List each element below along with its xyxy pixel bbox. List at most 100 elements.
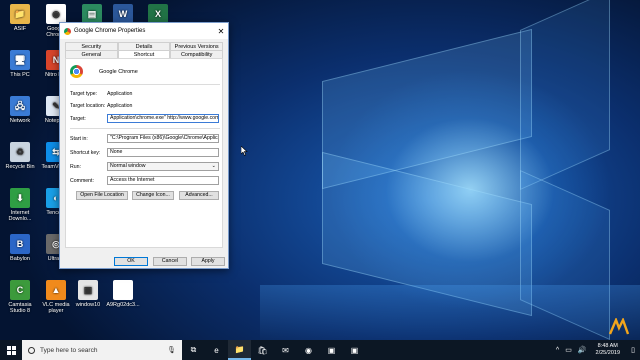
taskbar-search[interactable]: Type here to search 🎙 bbox=[22, 340, 182, 360]
taskbar-task-view-icon[interactable]: ⧉ bbox=[182, 340, 205, 360]
target-location-label: Target location: bbox=[70, 102, 106, 109]
desktop-icon-network[interactable]: 🖧 Network bbox=[2, 96, 38, 124]
desktop-icon-internet-download-glyph-icon: ⬇ bbox=[10, 188, 30, 208]
desktop-icon-window10-glyph-icon: ▣ bbox=[78, 280, 98, 300]
taskbar-app-a-icon[interactable]: ▣ bbox=[320, 340, 343, 360]
shortcut-key-label: Shortcut key: bbox=[70, 149, 101, 156]
run-label: Run: bbox=[70, 163, 81, 170]
apply-button[interactable]: Apply bbox=[191, 257, 225, 266]
start-in-field[interactable]: "C:\Program Files (x86)\Google\Chrome\Ap… bbox=[107, 134, 219, 143]
volume-icon[interactable]: 🔊 bbox=[578, 346, 587, 354]
target-label: Target: bbox=[70, 115, 86, 122]
taskbar-mail-icon[interactable]: ✉ bbox=[274, 340, 297, 360]
search-circle-icon bbox=[28, 346, 35, 354]
windows-logo-icon bbox=[6, 345, 16, 355]
divider bbox=[70, 128, 220, 129]
shortcut-panel: Google Chrome Target type: Application T… bbox=[65, 58, 223, 248]
desktop-icon-vlc[interactable]: ▲ VLC media player bbox=[38, 280, 74, 314]
desktop-icon-asif-glyph-icon: 📁 bbox=[10, 4, 30, 24]
divider bbox=[70, 84, 220, 85]
wallpaper-beam bbox=[520, 0, 610, 191]
desktop-icon-window10[interactable]: ▣ window10 bbox=[70, 280, 106, 308]
network-icon[interactable]: ▭ bbox=[565, 346, 572, 354]
desktop-icon-label: This PC bbox=[10, 72, 30, 78]
desktop-icon-this-pc-glyph-icon: 🖥 bbox=[10, 50, 30, 70]
desktop-icon-a9rg02dc3-glyph-icon bbox=[113, 280, 133, 300]
mouse-cursor-icon bbox=[241, 146, 248, 156]
desktop-icon-internet-download[interactable]: ⬇ Internet Downlo... bbox=[2, 188, 38, 222]
desktop-icon-word-glyph-icon: W bbox=[113, 4, 133, 24]
desktop-icon-label: Recycle Bin bbox=[5, 164, 35, 170]
clock-time: 8:48 AM bbox=[597, 343, 618, 349]
taskbar-edge-icon[interactable]: e bbox=[205, 340, 228, 360]
desktop-icon-camtasia-glyph-icon: C bbox=[10, 280, 30, 300]
comment-row: Comment: Access the Internet bbox=[70, 176, 220, 185]
desktop-icon-recycle-bin-glyph-icon: ♻ bbox=[10, 142, 30, 162]
desktop-icon-babylon-glyph-icon: B bbox=[10, 234, 30, 254]
open-file-location-button[interactable]: Open File Location bbox=[76, 191, 128, 200]
desktop-icon-a9rg02dc3[interactable]: A9Rg02dc3... bbox=[105, 280, 141, 308]
taskbar-app-b-icon[interactable]: ▣ bbox=[343, 340, 366, 360]
run-select[interactable]: Normal window ⌄ bbox=[107, 162, 219, 171]
search-input[interactable]: Type here to search bbox=[40, 347, 97, 354]
desktop-icon-label: Babylon bbox=[10, 256, 30, 262]
tab-previous-versions[interactable]: Previous Versions bbox=[170, 42, 224, 50]
tab-compatibility[interactable]: Compatibility bbox=[170, 50, 224, 58]
comment-field[interactable]: Access the Internet bbox=[107, 176, 219, 185]
taskbar-store-icon[interactable]: 🛍 bbox=[251, 340, 274, 360]
advanced-button[interactable]: Advanced... bbox=[179, 191, 219, 200]
tab-strip: Security Details Previous Versions Gener… bbox=[65, 42, 224, 58]
ok-button[interactable]: OK bbox=[114, 257, 148, 266]
chrome-icon bbox=[64, 27, 71, 35]
desktop-icon-label: A9Rg02dc3... bbox=[106, 302, 140, 308]
shortcut-key-field[interactable]: None bbox=[107, 148, 219, 157]
desktop-icon-label: Camtasia Studio 8 bbox=[8, 302, 32, 314]
tab-general[interactable]: General bbox=[65, 50, 118, 58]
microphone-icon[interactable]: 🎙 bbox=[167, 346, 176, 354]
start-button[interactable] bbox=[0, 340, 22, 360]
desktop-icon-this-pc[interactable]: 🖥 This PC bbox=[2, 50, 38, 78]
change-icon-button[interactable]: Change Icon... bbox=[132, 191, 174, 200]
notifications-icon[interactable]: ▯ bbox=[626, 346, 640, 354]
desktop-icon-network-glyph-icon: 🖧 bbox=[10, 96, 30, 116]
target-type-row: Target type: Application bbox=[70, 89, 220, 98]
desktop-icon-recycle-bin[interactable]: ♻ Recycle Bin bbox=[2, 142, 38, 170]
tab-shortcut[interactable]: Shortcut bbox=[117, 50, 171, 58]
target-row: Target: Application\chrome.exe" http://w… bbox=[70, 114, 220, 123]
target-location-value: Application bbox=[107, 102, 133, 109]
taskbar: Type here to search 🎙 ⧉ e 📁 🛍 ✉ ◉ ▣ ▣ ^ ▭ 🔊 8:4… bbox=[0, 340, 640, 360]
target-type-label: Target type: bbox=[70, 90, 98, 97]
desktop: 📁 ASIF ◉ Google Chrome ▤ W X 🖥 This PC N Nitro Pro… bbox=[0, 0, 640, 340]
desktop-icon-label: window10 bbox=[75, 302, 101, 308]
close-icon[interactable]: ✕ bbox=[214, 27, 228, 36]
taskbar-chrome-icon[interactable]: ◉ bbox=[297, 340, 320, 360]
desktop-icon-app-1-glyph-icon: ▤ bbox=[82, 4, 102, 24]
start-in-row: Start in: "C:\Program Files (x86)\Google… bbox=[70, 134, 220, 143]
tab-security[interactable]: Security bbox=[65, 42, 118, 50]
desktop-icon-babylon[interactable]: B Babylon bbox=[2, 234, 38, 262]
taskbar-file-explorer-icon[interactable]: 📁 bbox=[228, 340, 251, 360]
target-field[interactable]: Application\chrome.exe" http://www.googl… bbox=[107, 114, 219, 123]
chevron-up-icon[interactable]: ^ bbox=[556, 347, 559, 354]
desktop-icon-label: ASIF bbox=[13, 26, 27, 32]
wallpaper-floor bbox=[260, 285, 640, 340]
tab-details[interactable]: Details bbox=[117, 42, 171, 50]
comment-label: Comment: bbox=[70, 177, 94, 184]
cancel-button[interactable]: Cancel bbox=[153, 257, 187, 266]
desktop-icon-label: Internet Downlo... bbox=[8, 210, 32, 222]
dialog-title: Google Chrome Properties bbox=[74, 28, 146, 34]
system-tray: ^ ▭ 🔊 8:48 AM 2/25/2019 ▯ bbox=[553, 340, 640, 360]
clock-date: 2/25/2019 bbox=[595, 350, 620, 356]
desktop-icon-label: Network bbox=[9, 118, 31, 124]
desktop-icon-asif[interactable]: 📁 ASIF bbox=[2, 4, 38, 32]
desktop-icon-camtasia[interactable]: C Camtasia Studio 8 bbox=[2, 280, 38, 314]
desktop-icon-label: VLC media player bbox=[42, 302, 70, 314]
app-name: Google Chrome bbox=[99, 68, 138, 75]
dialog-titlebar[interactable]: Google Chrome Properties ✕ bbox=[60, 23, 228, 39]
taskbar-apps: ⧉ e 📁 🛍 ✉ ◉ ▣ ▣ bbox=[182, 340, 366, 360]
run-select-value: Normal window bbox=[110, 163, 146, 169]
clock[interactable]: 8:48 AM 2/25/2019 bbox=[596, 343, 620, 357]
run-row: Run: Normal window ⌄ bbox=[70, 162, 220, 171]
app-header: Google Chrome bbox=[70, 65, 138, 78]
desktop-icon-google-chrome-glyph-icon: ◉ bbox=[46, 4, 66, 24]
